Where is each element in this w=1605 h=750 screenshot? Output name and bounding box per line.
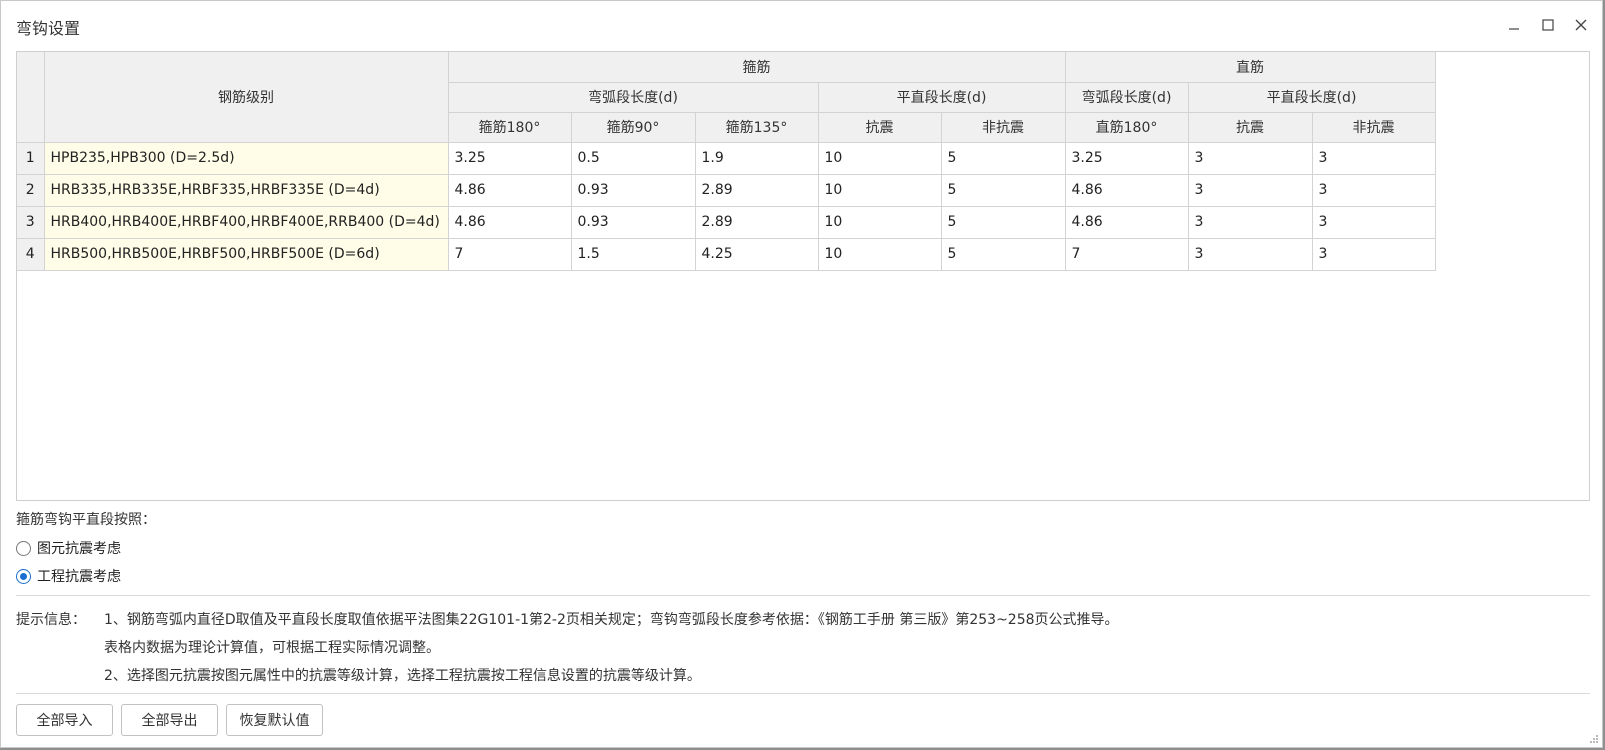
table-row: 1 HPB235,HPB300 (D=2.5d) 3.25 0.5 1.9 10… [17, 141, 1436, 175]
header-col-straight-nonseismic: 非抗震 [1311, 111, 1436, 143]
hint-label: 提示信息： [16, 612, 86, 628]
minimize-button[interactable] [1502, 13, 1526, 37]
header-straight: 直筋 [1064, 52, 1436, 83]
value-cell[interactable]: 7 [447, 237, 572, 271]
value-cell[interactable]: 10 [817, 141, 942, 175]
header-col-stirrup-135: 箍筋135° [694, 111, 819, 143]
value-cell[interactable]: 5 [940, 141, 1066, 175]
value-cell[interactable]: 3 [1311, 237, 1436, 271]
header-straight-arc-length: 弯弧段长度(d) [1064, 81, 1189, 113]
value-cell[interactable]: 4.86 [447, 173, 572, 207]
value-cell[interactable]: 3 [1187, 205, 1313, 239]
row-number: 1 [17, 141, 45, 175]
value-cell[interactable]: 4.86 [447, 205, 572, 239]
minimize-icon [1509, 28, 1519, 30]
value-cell[interactable]: 3 [1187, 173, 1313, 207]
header-col-straight-seismic: 抗震 [1187, 111, 1313, 143]
value-cell[interactable]: 1.9 [694, 141, 819, 175]
value-cell[interactable]: 5 [940, 205, 1066, 239]
value-cell[interactable]: 7 [1064, 237, 1189, 271]
header-stirrup-arc-length: 弯弧段长度(d) [448, 81, 819, 113]
hint-line: 2、选择图元抗震按图元属性中的抗震等级计算，选择工程抗震按工程信息设置的抗震等级… [104, 668, 701, 684]
value-cell[interactable]: 3 [1311, 141, 1436, 175]
value-cell[interactable]: 0.93 [570, 205, 696, 239]
value-cell[interactable]: 4.86 [1064, 205, 1189, 239]
table-row: 2 HRB335,HRB335E,HRBF335,HRBF335E (D=4d)… [17, 173, 1436, 207]
radio-checked-icon[interactable] [16, 568, 31, 584]
table-row: 4 HRB500,HRB500E,HRBF500,HRBF500E (D=6d)… [17, 237, 1436, 271]
value-cell[interactable]: 10 [817, 173, 942, 207]
stirrup-flat-basis-group: 箍筋弯钩平直段按照： 图元抗震考虑 工程抗震考虑 [16, 509, 156, 585]
grade-cell[interactable]: HRB335,HRB335E,HRBF335,HRBF335E (D=4d) [43, 173, 449, 207]
hook-settings-table: 钢筋级别 箍筋 直筋 弯弧段长度(d) 平直段长度(d) 弯弧段长度(d) 平直… [17, 52, 1436, 271]
import-all-button[interactable]: 全部导入 [16, 704, 113, 736]
maximize-icon [1542, 19, 1554, 31]
value-cell[interactable]: 3.25 [447, 141, 572, 175]
grade-cell[interactable]: HRB400,HRB400E,HRBF400,HRBF400E,RRB400 (… [43, 205, 449, 239]
value-cell[interactable]: 2.89 [694, 205, 819, 239]
value-cell[interactable]: 3.25 [1064, 141, 1189, 175]
value-cell[interactable]: 3 [1187, 237, 1313, 271]
hook-settings-dialog: 弯钩设置 钢筋级别 箍筋 直筋 弯弧段长度(d) 平直段长度(d) 弯弧段长度(… [0, 0, 1603, 748]
row-number: 2 [17, 173, 45, 207]
value-cell[interactable]: 4.25 [694, 237, 819, 271]
header-col-stirrup-seismic: 抗震 [817, 111, 942, 143]
radio-unchecked-icon[interactable] [16, 540, 31, 556]
dialog-title: 弯钩设置 [16, 19, 81, 38]
header-grade: 钢筋级别 [43, 52, 449, 143]
value-cell[interactable]: 5 [940, 237, 1066, 271]
hook-settings-grid: 钢筋级别 箍筋 直筋 弯弧段长度(d) 平直段长度(d) 弯弧段长度(d) 平直… [16, 51, 1590, 501]
hint-line: 表格内数据为理论计算值，可根据工程实际情况调整。 [104, 640, 440, 656]
row-number: 3 [17, 205, 45, 239]
grade-cell[interactable]: HPB235,HPB300 (D=2.5d) [43, 141, 449, 175]
radio-label: 图元抗震考虑 [37, 541, 121, 557]
header-col-stirrup-180: 箍筋180° [448, 111, 572, 143]
corner-header [17, 52, 45, 143]
value-cell[interactable]: 10 [817, 237, 942, 271]
restore-defaults-button[interactable]: 恢复默认值 [226, 704, 323, 736]
value-cell[interactable]: 10 [817, 205, 942, 239]
value-cell[interactable]: 0.93 [570, 173, 696, 207]
value-cell[interactable]: 5 [940, 173, 1066, 207]
radio-label: 工程抗震考虑 [37, 569, 121, 585]
header-col-stirrup-90: 箍筋90° [570, 111, 696, 143]
value-cell[interactable]: 4.86 [1064, 173, 1189, 207]
value-cell[interactable]: 3 [1311, 205, 1436, 239]
close-icon [1575, 19, 1587, 31]
value-cell[interactable]: 3 [1187, 141, 1313, 175]
grade-cell[interactable]: HRB500,HRB500E,HRBF500,HRBF500E (D=6d) [43, 237, 449, 271]
row-number: 4 [17, 237, 45, 271]
value-cell[interactable]: 2.89 [694, 173, 819, 207]
title-bar[interactable]: 弯钩设置 [1, 1, 1602, 47]
value-cell[interactable]: 1.5 [570, 237, 696, 271]
resize-grip-icon[interactable] [1589, 734, 1599, 744]
maximize-button[interactable] [1536, 13, 1560, 37]
close-button[interactable] [1569, 13, 1593, 37]
table-row: 3 HRB400,HRB400E,HRBF400,HRBF400E,RRB400… [17, 205, 1436, 239]
radio-option-project-seismic[interactable]: 工程抗震考虑 [16, 567, 156, 585]
divider [16, 595, 1590, 596]
radio-group-title: 箍筋弯钩平直段按照： [16, 512, 156, 528]
header-straight-flat-length: 平直段长度(d) [1187, 81, 1436, 113]
radio-option-element-seismic[interactable]: 图元抗震考虑 [16, 539, 156, 557]
divider [16, 693, 1590, 694]
value-cell[interactable]: 0.5 [570, 141, 696, 175]
value-cell[interactable]: 3 [1311, 173, 1436, 207]
hint-line: 1、钢筋弯弧内直径D取值及平直段长度取值依据平法图集22G101-1第2-2页相… [104, 612, 1119, 628]
header-stirrup: 箍筋 [447, 52, 1066, 83]
header-col-straight-180: 直筋180° [1064, 111, 1189, 143]
header-col-stirrup-nonseismic: 非抗震 [940, 111, 1066, 143]
header-stirrup-flat-length: 平直段长度(d) [817, 81, 1066, 113]
export-all-button[interactable]: 全部导出 [121, 704, 218, 736]
button-bar: 全部导入 全部导出 恢复默认值 [16, 704, 323, 736]
